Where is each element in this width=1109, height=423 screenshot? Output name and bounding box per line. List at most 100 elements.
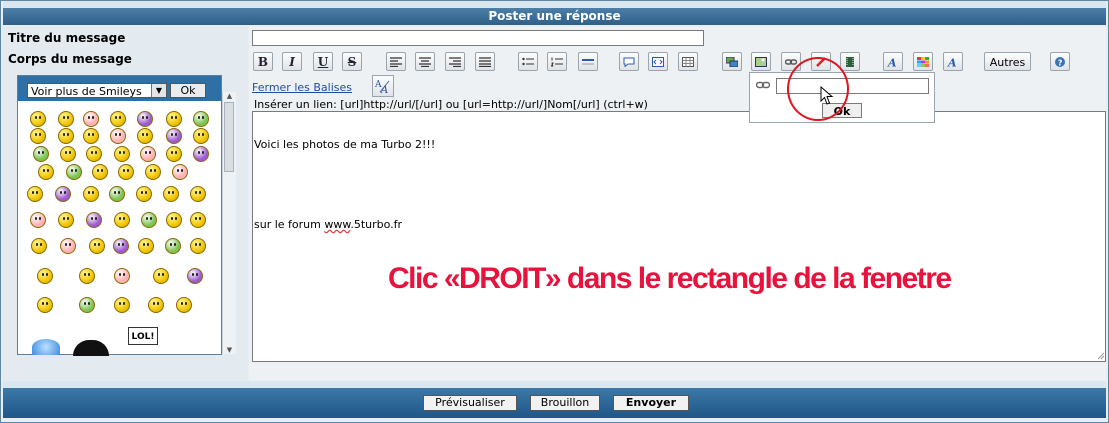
smiley-icon[interactable] bbox=[193, 111, 209, 127]
smiley-icon[interactable] bbox=[86, 146, 102, 162]
smiley-icon[interactable] bbox=[118, 164, 134, 180]
smiley-icon[interactable] bbox=[145, 164, 161, 180]
smiley-icon[interactable] bbox=[113, 238, 129, 254]
smiley-icon[interactable] bbox=[166, 128, 182, 144]
font-button[interactable]: A bbox=[883, 52, 903, 71]
align-center-button[interactable] bbox=[415, 52, 435, 71]
smiley-icon[interactable] bbox=[187, 268, 203, 284]
scroll-thumb[interactable] bbox=[224, 102, 234, 172]
smiley-icon[interactable] bbox=[37, 268, 53, 284]
smiley-icon[interactable] bbox=[166, 111, 182, 127]
smiley-flower-partial[interactable] bbox=[32, 339, 60, 355]
smiley-icon[interactable] bbox=[137, 128, 153, 144]
smiley-icon[interactable] bbox=[83, 186, 99, 202]
smiley-icon[interactable] bbox=[109, 186, 125, 202]
smiley-icon[interactable] bbox=[193, 128, 209, 144]
smiley-icon[interactable] bbox=[37, 297, 53, 313]
smiley-icon[interactable] bbox=[83, 128, 99, 144]
smiley-icon[interactable] bbox=[166, 212, 182, 228]
preview-button[interactable]: Prévisualiser bbox=[423, 395, 517, 411]
message-line-2-suffix: .5turbo.fr bbox=[350, 218, 403, 231]
font-size-button[interactable]: AA bbox=[372, 75, 394, 97]
bold-button[interactable]: B bbox=[253, 52, 273, 71]
smiley-icon[interactable] bbox=[114, 268, 130, 284]
close-tags-link[interactable]: Fermer les Balises bbox=[252, 81, 352, 94]
strike-button[interactable]: S bbox=[342, 52, 362, 71]
code-button[interactable] bbox=[648, 52, 668, 71]
smiley-icon[interactable] bbox=[138, 238, 154, 254]
smiley-icon[interactable] bbox=[89, 238, 105, 254]
smiley-icon[interactable] bbox=[110, 128, 126, 144]
smiley-icon[interactable] bbox=[190, 212, 206, 228]
smiley-icon[interactable] bbox=[190, 238, 206, 254]
smiley-icon[interactable] bbox=[166, 146, 182, 162]
smiley-icon[interactable] bbox=[148, 297, 164, 313]
smiley-icon[interactable] bbox=[140, 146, 156, 162]
image-button[interactable] bbox=[751, 52, 771, 71]
smiley-icon[interactable] bbox=[193, 146, 209, 162]
smiley-icon[interactable] bbox=[58, 111, 74, 127]
justify-button[interactable] bbox=[475, 52, 495, 71]
smiley-icon[interactable] bbox=[30, 212, 46, 228]
align-left-button[interactable] bbox=[386, 52, 406, 71]
smiley-icon[interactable] bbox=[33, 146, 49, 162]
resize-grip-icon[interactable] bbox=[1097, 352, 1105, 360]
underline-button[interactable]: U bbox=[313, 52, 333, 71]
smileys-select[interactable]: Voir plus de Smileys ▼ bbox=[27, 83, 167, 98]
smiley-icon[interactable] bbox=[114, 212, 130, 228]
scroll-up-icon[interactable]: ▲ bbox=[223, 92, 236, 100]
subject-input[interactable] bbox=[252, 30, 704, 46]
smiley-icon[interactable] bbox=[60, 238, 76, 254]
color-button[interactable] bbox=[913, 52, 933, 71]
smiley-icon[interactable] bbox=[58, 212, 74, 228]
smiley-icon[interactable] bbox=[141, 212, 157, 228]
smiley-icon[interactable] bbox=[79, 297, 95, 313]
help-button[interactable]: ? bbox=[1050, 52, 1070, 71]
video-button[interactable] bbox=[840, 52, 860, 71]
hr-button[interactable] bbox=[578, 52, 598, 71]
align-right-button[interactable] bbox=[445, 52, 465, 71]
lol-sign[interactable]: LOL! bbox=[128, 327, 158, 345]
list-bullet-button[interactable] bbox=[518, 52, 538, 71]
smiley-icon[interactable] bbox=[31, 238, 47, 254]
smiley-icon[interactable] bbox=[30, 111, 46, 127]
smiley-icon[interactable] bbox=[27, 186, 43, 202]
smiley-icon[interactable] bbox=[92, 164, 108, 180]
smiley-icon[interactable] bbox=[136, 186, 152, 202]
message-line-2: sur le forum www.5turbo.fr bbox=[254, 218, 402, 231]
smiley-icon[interactable] bbox=[176, 297, 192, 313]
list-number-button[interactable] bbox=[547, 52, 567, 71]
smiley-icon[interactable] bbox=[66, 164, 82, 180]
others-button[interactable]: Autres bbox=[984, 52, 1031, 71]
smiley-icon[interactable] bbox=[110, 111, 126, 127]
send-button[interactable]: Envoyer bbox=[613, 395, 689, 411]
font-style-button[interactable]: A bbox=[943, 52, 963, 71]
smiley-icon[interactable] bbox=[83, 111, 99, 127]
italic-button[interactable]: I bbox=[282, 52, 302, 71]
smileys-select-label: Voir plus de Smileys bbox=[31, 85, 142, 98]
scroll-down-icon[interactable]: ▼ bbox=[223, 346, 236, 354]
smiley-icon[interactable] bbox=[55, 186, 71, 202]
smiley-icon[interactable] bbox=[79, 268, 95, 284]
smiley-icon[interactable] bbox=[153, 268, 169, 284]
smiley-icon[interactable] bbox=[165, 238, 181, 254]
quote-button[interactable] bbox=[619, 52, 639, 71]
smiley-icon[interactable] bbox=[58, 128, 74, 144]
draft-button[interactable]: Brouillon bbox=[530, 395, 600, 411]
smiley-icon[interactable] bbox=[30, 128, 46, 144]
image-gallery-button[interactable] bbox=[722, 52, 742, 71]
smiley-icon[interactable] bbox=[114, 146, 130, 162]
smiley-icon[interactable] bbox=[86, 212, 102, 228]
smiley-icon[interactable] bbox=[60, 146, 76, 162]
svg-text:?: ? bbox=[1058, 58, 1063, 67]
smiley-icon[interactable] bbox=[114, 297, 130, 313]
smileys-scrollbar[interactable]: ▲ ▼ bbox=[222, 92, 236, 354]
tutorial-annotation: Clic «DROIT» dans le rectangle de la fen… bbox=[388, 262, 952, 295]
smiley-icon[interactable] bbox=[38, 164, 54, 180]
smiley-icon[interactable] bbox=[190, 186, 206, 202]
smiley-icon[interactable] bbox=[163, 186, 179, 202]
smileys-ok-button[interactable]: Ok bbox=[170, 83, 206, 98]
smiley-icon[interactable] bbox=[137, 111, 153, 127]
table-button[interactable] bbox=[678, 52, 698, 71]
smiley-icon[interactable] bbox=[172, 164, 188, 180]
